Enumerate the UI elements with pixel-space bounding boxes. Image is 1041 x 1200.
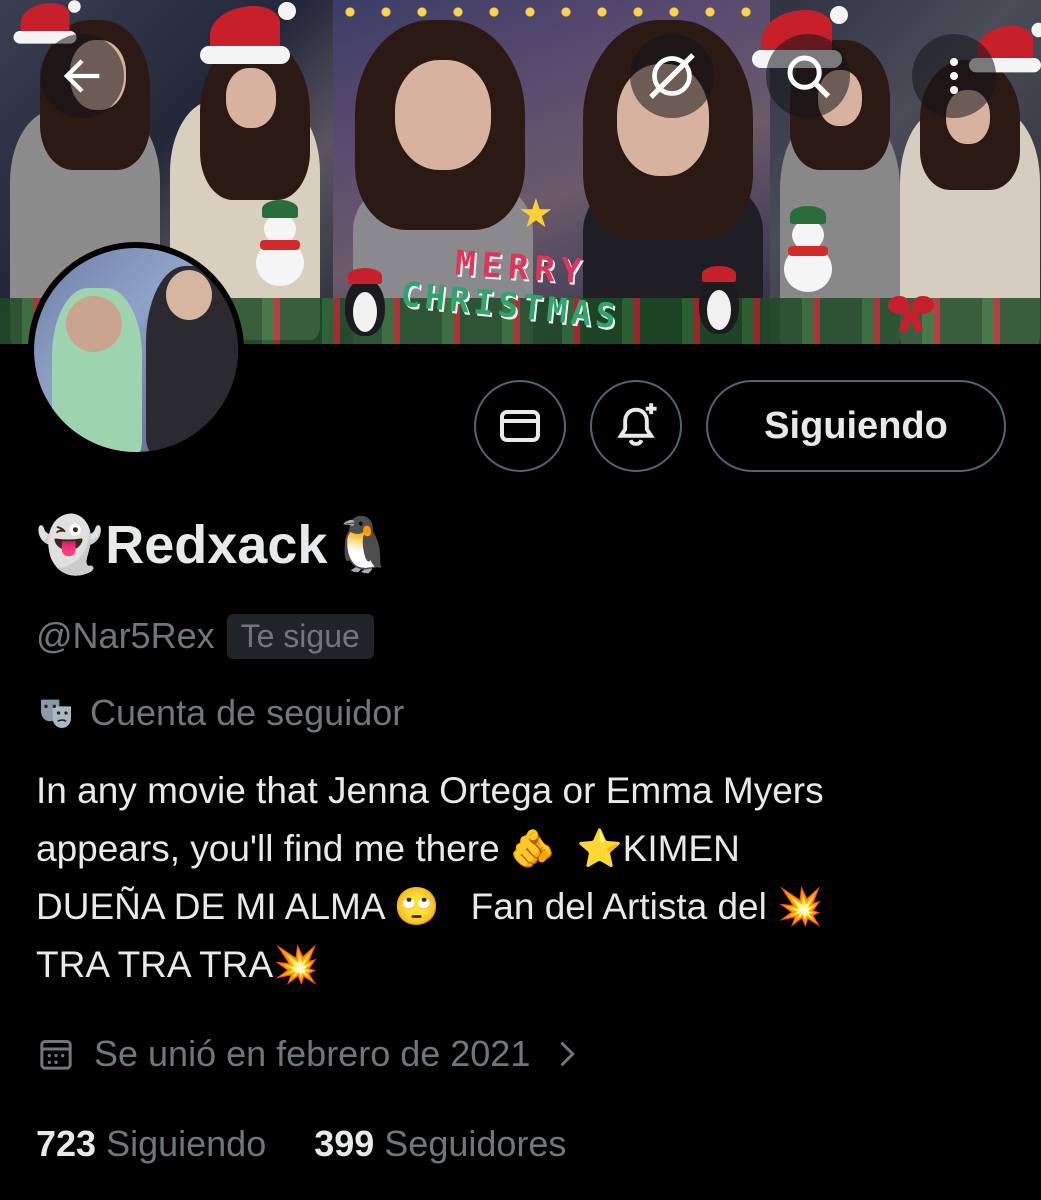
chevron-right-icon <box>560 1041 576 1067</box>
ribbon-bow-decoration <box>886 292 936 333</box>
handle-row: @Nar5Rex Te sigue <box>36 610 374 662</box>
following-label: Siguiendo <box>106 1123 267 1164</box>
message-button[interactable] <box>474 380 566 472</box>
back-button[interactable] <box>40 34 124 118</box>
arrow-left-icon <box>63 59 100 93</box>
more-options-button[interactable] <box>912 34 996 118</box>
ghost-emoji: 👻 <box>36 514 104 575</box>
masks-icon <box>41 699 71 728</box>
more-vertical-icon <box>950 58 958 94</box>
joined-date-text: Se unió en febrero de 2021 <box>94 1033 531 1074</box>
penguin-decoration <box>694 266 744 336</box>
bell-plus-icon <box>617 403 657 446</box>
follow-stats: 723 Siguiendo 399 Seguidores <box>36 1118 614 1170</box>
search-icon <box>787 55 831 99</box>
snowman-decoration <box>780 206 836 296</box>
envelope-icon <box>500 410 540 442</box>
snowman-decoration <box>252 200 308 290</box>
profile-bio: In any movie that Jenna Ortega or Emma M… <box>36 770 824 985</box>
followers-count: 399 <box>314 1123 375 1164</box>
joined-date-row[interactable]: Se unió en febrero de 2021 <box>36 1028 584 1080</box>
follows-you-badge: Te sigue <box>226 613 374 659</box>
username-handle: @Nar5Rex <box>36 615 215 656</box>
following-stat-link[interactable]: 723 Siguiendo <box>36 1123 266 1165</box>
search-button[interactable] <box>766 34 850 118</box>
grok-icon <box>649 53 695 99</box>
grok-button[interactable] <box>630 34 714 118</box>
display-name: 👻 Redxack 🐧 <box>36 510 397 580</box>
avatar[interactable] <box>28 242 244 458</box>
penguin-emoji: 🐧 <box>329 514 397 575</box>
star-decoration: ★ <box>518 191 554 237</box>
account-category: Cuenta de seguidor <box>36 688 404 738</box>
calendar-icon <box>40 1040 72 1070</box>
string-lights <box>340 0 760 24</box>
category-label: Cuenta de seguidor <box>90 692 405 733</box>
followers-stat-link[interactable]: 399 Seguidores <box>314 1123 566 1165</box>
following-button[interactable]: Siguiendo <box>706 380 1006 472</box>
penguin-decoration <box>340 268 390 338</box>
santa-hat-decoration <box>200 2 296 66</box>
profile-screen: ★ MERRY CHRISTMAS Siguiendo 👻 Redxack 🐧 … <box>0 0 1041 1200</box>
display-name-text: Redxack <box>105 515 328 575</box>
notifications-button[interactable] <box>590 380 682 472</box>
following-count: 723 <box>36 1123 97 1164</box>
followers-label: Seguidores <box>384 1123 567 1164</box>
